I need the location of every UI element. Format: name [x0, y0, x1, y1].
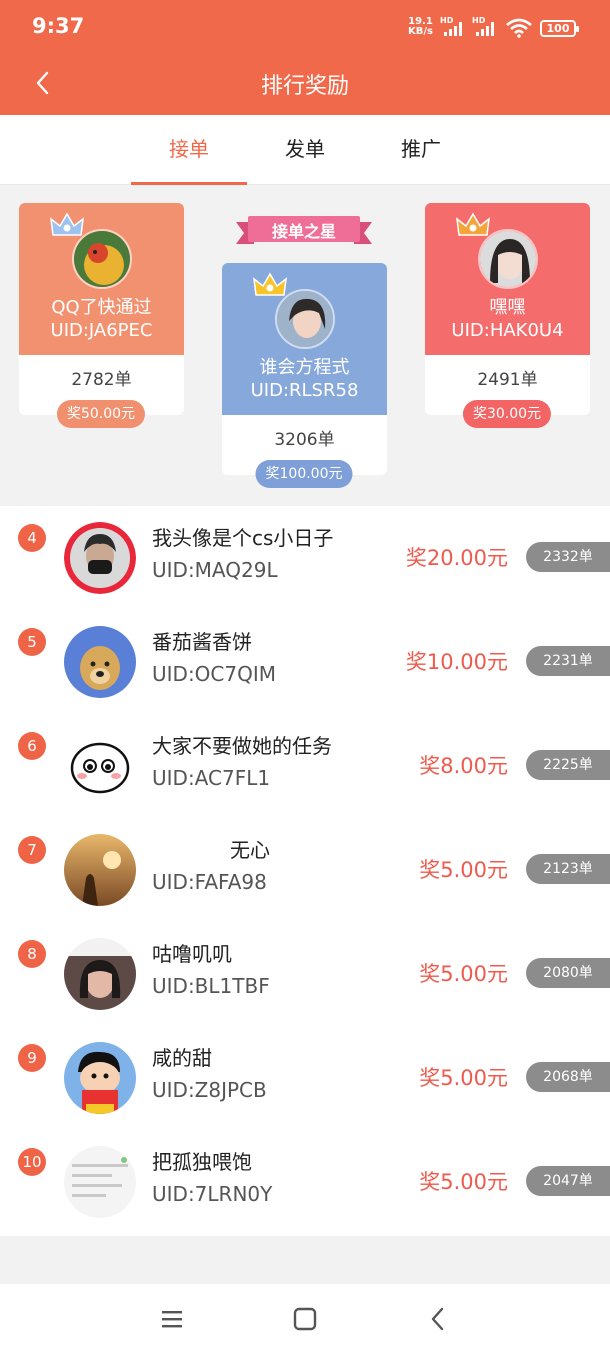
user-name: 无心 [230, 838, 270, 862]
avatar [64, 730, 136, 802]
user-uid: UID:OC7QIM [152, 662, 277, 686]
reward-amount: 奖20.00元 [405, 546, 508, 570]
order-star-banner: 接单之星 [236, 214, 372, 248]
rank-badge: 7 [18, 836, 46, 864]
user-uid: UID:7LRN0Y [152, 1182, 273, 1206]
user-name: 我头像是个cs小日子 [152, 526, 334, 550]
podium-card-third[interactable]: 嘿嘿 UID:HAK0U4 2491单 [425, 203, 590, 415]
tab-promotion[interactable]: 推广 [363, 115, 479, 185]
rank-badge: 8 [18, 940, 46, 968]
ranking-row[interactable]: 5 番茄酱香饼 UID:OC7QIM 奖10.00元 2231单 [0, 610, 610, 714]
tab-bar: 接单 发单 推广 [0, 115, 610, 185]
podium-count: 2491单 [477, 370, 538, 390]
ranking-row[interactable]: 9 咸的甜 UID:Z8JPCB 奖5.00元 2068单 [0, 1026, 610, 1130]
rank-badge: 5 [18, 628, 46, 656]
back-icon[interactable] [423, 1304, 453, 1334]
order-count-badge: 2231单 [526, 646, 610, 676]
avatar [64, 834, 136, 906]
crown-icon [253, 272, 287, 296]
tab-receive-orders[interactable]: 接单 [131, 115, 247, 185]
rank-badge: 9 [18, 1044, 46, 1072]
tab-post-orders[interactable]: 发单 [247, 115, 363, 185]
status-time: 9:37 [32, 14, 85, 38]
ranking-row[interactable]: 4 我头像是个cs小日子 UID:MAQ29L 奖20.00元 2332单 [0, 506, 610, 610]
order-count-badge: 2068单 [526, 1062, 610, 1092]
podium-card-header: QQ了快通过 UID:JA6PEC [19, 203, 184, 355]
menu-icon[interactable] [157, 1304, 187, 1334]
system-nav-bar [0, 1284, 610, 1356]
reward-amount: 奖5.00元 [419, 858, 508, 882]
podium-name: 嘿嘿 [489, 297, 526, 318]
user-name: 咕噜叽叽 [152, 942, 232, 966]
podium-card-header: 谁会方程式 UID:RLSR58 [222, 263, 387, 415]
podium-uid: UID:JA6PEC [50, 320, 153, 341]
podium-name: QQ了快通过 [51, 297, 152, 318]
app-header: 9:37 19.1 KB/s HD HD 100 排行奖励 [0, 0, 610, 115]
user-uid: UID:BL1TBF [152, 974, 270, 998]
avatar [64, 626, 136, 698]
user-name: 把孤独喂饱 [152, 1150, 252, 1174]
podium-uid: UID:RLSR58 [250, 380, 359, 401]
signal-icon-sim1: HD [440, 16, 468, 38]
reward-pill: 奖50.00元 [56, 400, 146, 428]
wifi-icon [506, 18, 532, 38]
net-speed: 19.1 KB/s [408, 17, 433, 37]
podium-uid: UID:HAK0U4 [451, 320, 564, 341]
user-uid: UID:MAQ29L [152, 558, 278, 582]
reward-pill: 奖30.00元 [462, 400, 552, 428]
podium-card-second[interactable]: QQ了快通过 UID:JA6PEC 2782单 [19, 203, 184, 415]
user-uid: UID:Z8JPCB [152, 1078, 267, 1102]
status-bar: 9:37 19.1 KB/s HD HD 100 [0, 0, 610, 58]
crown-icon [50, 212, 84, 236]
crown-icon [456, 212, 490, 236]
avatar [64, 938, 136, 1010]
reward-pill: 奖100.00元 [255, 460, 353, 488]
rank-badge: 4 [18, 524, 46, 552]
battery-icon: 100 [540, 20, 579, 37]
reward-amount: 奖5.00元 [419, 962, 508, 986]
user-uid: UID:AC7FL1 [152, 766, 271, 790]
signal-icon-sim2: HD [472, 16, 500, 38]
avatar [64, 522, 136, 594]
reward-amount: 奖5.00元 [419, 1170, 508, 1194]
ranking-row[interactable]: 6 大家不要做她的任务 UID:AC7FL1 奖8.00元 2225单 [0, 714, 610, 818]
home-icon[interactable] [290, 1304, 320, 1334]
reward-amount: 奖5.00元 [419, 1066, 508, 1090]
reward-amount: 奖10.00元 [405, 650, 508, 674]
ranking-list: 4 我头像是个cs小日子 UID:MAQ29L 奖20.00元 2332单 5 [0, 506, 610, 1236]
order-count-badge: 2080单 [526, 958, 610, 988]
rank-badge: 10 [18, 1148, 46, 1176]
user-name: 大家不要做她的任务 [152, 734, 332, 758]
ranking-row[interactable]: 8 咕噜叽叽 UID:BL1TBF 奖5.00元 2080单 [0, 922, 610, 1026]
order-count-badge: 2047单 [526, 1166, 610, 1196]
ranking-row[interactable]: 7 无心 UID:FAFA98 奖5.00元 2123单 [0, 818, 610, 922]
podium-count: 2782单 [71, 370, 132, 390]
ranking-row[interactable]: 10 把孤独喂饱 UID:7LRN0Y 奖5.00元 2047单 [0, 1130, 610, 1234]
user-name: 咸的甜 [152, 1046, 212, 1070]
podium-name: 谁会方程式 [259, 357, 350, 378]
order-star-label: 接单之星 [271, 222, 336, 241]
user-uid: UID:FAFA98 [152, 870, 267, 894]
podium-card-first[interactable]: 谁会方程式 UID:RLSR58 3206单 [222, 263, 387, 475]
order-count-badge: 2225单 [526, 750, 610, 780]
reward-amount: 奖8.00元 [419, 754, 508, 778]
podium-card-header: 嘿嘿 UID:HAK0U4 [425, 203, 590, 355]
avatar [64, 1042, 136, 1114]
net-speed-unit: KB/s [408, 26, 433, 37]
order-count-badge: 2123单 [526, 854, 610, 884]
user-name: 番茄酱香饼 [152, 630, 252, 654]
podium-count: 3206单 [274, 430, 335, 450]
rank-badge: 6 [18, 732, 46, 760]
order-count-badge: 2332单 [526, 542, 610, 572]
avatar [64, 1146, 136, 1218]
page-title: 排行奖励 [260, 74, 349, 99]
